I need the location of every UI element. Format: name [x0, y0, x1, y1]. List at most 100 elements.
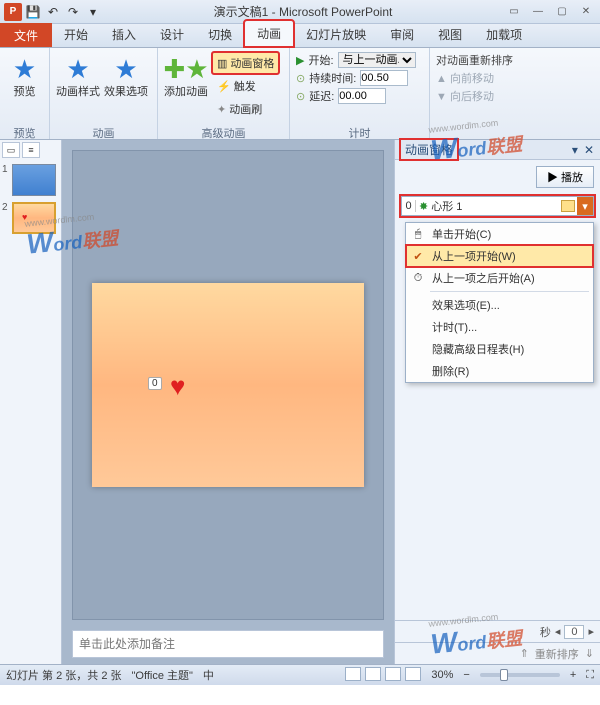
zoom-slider[interactable]: [480, 673, 560, 677]
pane-close-icon[interactable]: ✕: [584, 143, 594, 157]
delay-input[interactable]: [338, 88, 386, 104]
tab-slideshow[interactable]: 幻灯片放映: [294, 22, 378, 47]
maximize-button[interactable]: ▢: [552, 4, 572, 20]
tab-transition[interactable]: 切换: [196, 22, 244, 47]
animation-tag[interactable]: 0: [148, 377, 162, 390]
ribbon: ★ 预览 预览 ★ 动画样式 ★ 效果选项 动画 ✚★ 添加动画: [0, 48, 600, 140]
group-animation: ★ 动画样式 ★ 效果选项 动画: [50, 48, 158, 139]
trigger-icon: ⚡: [217, 80, 231, 93]
add-animation-button[interactable]: ✚★ 添加动画: [164, 50, 208, 98]
save-icon[interactable]: 💾: [24, 3, 42, 21]
zoom-thumb[interactable]: [500, 669, 508, 681]
menu-timing[interactable]: 计时(T)...: [406, 316, 593, 338]
animation-pane-icon: ▥: [217, 57, 227, 70]
language-indicator[interactable]: 中: [203, 667, 214, 683]
reorder-up-icon[interactable]: ⇑: [520, 647, 529, 660]
check-icon: ✔: [411, 250, 425, 263]
start-select[interactable]: 与上一动画...: [338, 52, 416, 68]
tab-insert[interactable]: 插入: [100, 22, 148, 47]
slide-info: 幻灯片 第 2 张，共 2 张: [6, 667, 122, 683]
sorter-view-icon[interactable]: [365, 667, 381, 681]
duration-input[interactable]: [360, 70, 408, 86]
qa-dropdown-icon[interactable]: ▾: [84, 3, 102, 21]
move-later-button[interactable]: ▼ 向后移动: [436, 88, 494, 104]
reorder-title: 对动画重新排序: [436, 52, 513, 68]
seconds-label: 秒: [540, 624, 551, 640]
outline-tab-icon[interactable]: ≡: [22, 142, 40, 158]
menu-effect-options[interactable]: 效果选项(E)...: [406, 294, 593, 316]
app-icon[interactable]: P: [4, 3, 22, 21]
animation-list-item[interactable]: 0 ✸ 心形 1 ▾: [401, 196, 594, 216]
reading-view-icon[interactable]: [385, 667, 401, 681]
redo-icon[interactable]: ↷: [64, 3, 82, 21]
pane-dropdown-icon[interactable]: ▾: [572, 143, 578, 157]
close-button[interactable]: ✕: [576, 4, 596, 20]
thumbnail-1[interactable]: 1: [2, 164, 59, 196]
zoom-out-icon[interactable]: −: [463, 669, 469, 681]
tab-addins[interactable]: 加载项: [474, 22, 534, 47]
start-label: 开始:: [308, 52, 333, 68]
minimize-button[interactable]: —: [528, 4, 548, 20]
menu-after-previous[interactable]: ⏱从上一项之后开始(A): [406, 267, 593, 289]
menu-hide-advanced-label: 隐藏高级日程表(H): [432, 341, 524, 357]
normal-view-icon[interactable]: [345, 667, 361, 681]
slideshow-view-icon[interactable]: [405, 667, 421, 681]
delay-label: 延迟:: [309, 88, 334, 104]
undo-icon[interactable]: ↶: [44, 3, 62, 21]
slide-thumbnails-panel: ▭ ≡ 1 2: [0, 140, 62, 664]
menu-on-click[interactable]: 🖱单击开始(C): [406, 223, 593, 245]
work-area: ▭ ≡ 1 2 0 ♥ 单击此处添加备注 动画窗格 ▾ ✕ ▶ 播放: [0, 140, 600, 664]
window-controls: ▭ — ▢ ✕: [504, 4, 596, 20]
item-index: 0: [402, 200, 416, 212]
preview-label: 预览: [14, 86, 36, 98]
zoom-in-icon[interactable]: +: [570, 669, 576, 681]
menu-timing-label: 计时(T)...: [432, 319, 477, 335]
tab-design[interactable]: 设计: [148, 22, 196, 47]
file-tab[interactable]: 文件: [0, 23, 52, 47]
animation-styles-icon: ★: [63, 54, 93, 84]
tab-view[interactable]: 视图: [426, 22, 474, 47]
menu-hide-advanced[interactable]: 隐藏高级日程表(H): [406, 338, 593, 360]
timeline-next-icon[interactable]: ▸: [588, 625, 594, 638]
duration-label: 持续时间:: [309, 70, 356, 86]
reorder-down-icon[interactable]: ⇓: [585, 647, 594, 660]
menu-after-previous-label: 从上一项之后开始(A): [432, 270, 535, 286]
effect-options-button[interactable]: ★ 效果选项: [104, 50, 148, 98]
title-bar: P 💾 ↶ ↷ ▾ 演示文稿1 - Microsoft PowerPoint ▭…: [0, 0, 600, 24]
notes-area[interactable]: 单击此处添加备注: [72, 630, 384, 658]
minimize-ribbon-icon[interactable]: ▭: [504, 4, 524, 20]
move-earlier-label: 向前移动: [450, 73, 494, 85]
play-button[interactable]: ▶ 播放: [536, 166, 594, 188]
move-earlier-button[interactable]: ▲ 向前移动: [436, 70, 494, 86]
zoom-value[interactable]: 30%: [431, 669, 453, 681]
animation-pane-button[interactable]: ▥ 动画窗格: [212, 52, 279, 74]
status-bar: 幻灯片 第 2 张，共 2 张 "Office 主题" 中 30% − + ⛶: [0, 664, 600, 685]
thumbnail-2[interactable]: 2: [2, 202, 59, 234]
thumb-num-1: 1: [2, 164, 10, 175]
trigger-button[interactable]: ⚡ 触发: [212, 75, 279, 97]
slides-tab-icon[interactable]: ▭: [2, 142, 20, 158]
delay-icon: ⊙: [296, 90, 305, 103]
group-advanced: ✚★ 添加动画 ▥ 动画窗格 ⚡ 触发 ✦ 动画刷 高级动画: [158, 48, 290, 139]
slide[interactable]: 0 ♥: [92, 283, 364, 487]
add-animation-label: 添加动画: [164, 86, 208, 98]
group-preview-label: 预览: [6, 123, 43, 139]
animation-painter-button[interactable]: ✦ 动画刷: [212, 98, 279, 120]
theme-name: "Office 主题": [132, 667, 193, 683]
animation-styles-button[interactable]: ★ 动画样式: [56, 50, 100, 98]
tab-animation[interactable]: 动画: [244, 20, 294, 47]
tab-review[interactable]: 审阅: [378, 22, 426, 47]
menu-separator: [430, 291, 589, 292]
menu-remove[interactable]: 删除(R): [406, 360, 593, 382]
slide-canvas[interactable]: 0 ♥: [72, 150, 384, 620]
tab-home[interactable]: 开始: [52, 22, 100, 47]
ribbon-tabs: 文件 开始 插入 设计 切换 动画 幻灯片放映 审阅 视图 加载项: [0, 24, 600, 48]
group-timing-label: 计时: [296, 123, 423, 139]
pane-body: ▶ 播放 0 ✸ 心形 1 ▾ 🖱单击开始(C) ✔从上一项开始(W) ⏱从上一…: [395, 160, 600, 620]
menu-with-previous[interactable]: ✔从上一项开始(W): [406, 245, 593, 267]
heart-shape[interactable]: ♥: [170, 371, 185, 402]
item-dropdown-icon[interactable]: ▾: [577, 197, 593, 215]
timeline-prev-icon[interactable]: ◂: [555, 625, 561, 638]
fit-window-icon[interactable]: ⛶: [586, 669, 594, 682]
preview-button[interactable]: ★ 预览: [6, 50, 43, 98]
